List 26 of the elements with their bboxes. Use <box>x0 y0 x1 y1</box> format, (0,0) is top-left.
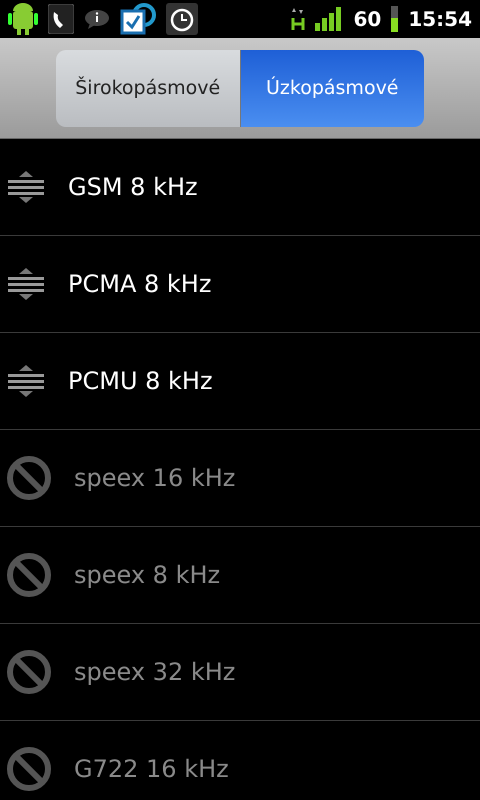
prohibited-icon <box>6 552 52 598</box>
codec-name: speex 8 kHz <box>74 561 220 589</box>
segment-tab[interactable]: Úzkopásmové <box>240 50 424 126</box>
codec-name: speex 16 kHz <box>74 464 236 492</box>
segment-tab[interactable]: Širokopásmové <box>56 50 240 126</box>
drag-handle-icon[interactable] <box>6 266 46 302</box>
codec-name: speex 32 kHz <box>74 658 236 686</box>
signal-icon <box>315 7 344 31</box>
drag-handle-icon[interactable] <box>6 363 46 399</box>
clock-time: 15:54 <box>408 7 472 31</box>
phone-icon <box>48 4 74 34</box>
prohibited-icon <box>6 455 52 501</box>
prohibited-icon <box>6 649 52 695</box>
drag-handle-icon[interactable] <box>6 169 46 205</box>
codec-name: GSM 8 kHz <box>68 173 198 201</box>
alarm-clock-icon <box>166 3 198 35</box>
codec-name: PCMA 8 kHz <box>68 270 212 298</box>
speech-bubble-icon <box>84 9 110 29</box>
prohibited-icon <box>6 746 52 792</box>
battery-percent: 60 <box>353 7 382 31</box>
codec-name: PCMU 8 kHz <box>68 367 213 395</box>
sync-check-icon <box>120 1 156 37</box>
network-type-icon <box>291 6 306 32</box>
codec-name: G722 16 kHz <box>74 755 229 783</box>
battery-icon <box>391 6 398 32</box>
android-icon <box>8 3 38 35</box>
